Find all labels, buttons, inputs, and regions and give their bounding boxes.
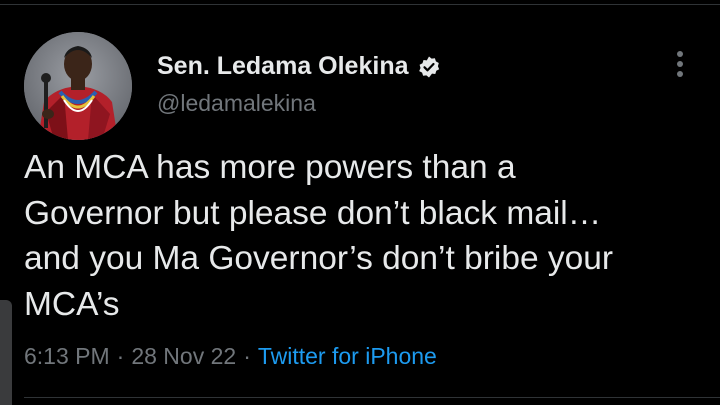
left-edge-overlay bbox=[0, 300, 12, 405]
tweet-line: Governor but please don’t black mail… bbox=[24, 194, 602, 232]
meta-separator: · bbox=[243, 343, 251, 369]
author-handle[interactable]: @ledamalekina bbox=[157, 90, 316, 117]
avatar[interactable] bbox=[24, 32, 132, 140]
more-options-button[interactable] bbox=[668, 48, 692, 80]
tweet-date[interactable]: 28 Nov 22 bbox=[131, 343, 236, 369]
tweet-line: and you Ma Governor’s don’t bribe your bbox=[24, 240, 614, 277]
author-name[interactable]: Sen. Ledama Olekina bbox=[157, 52, 409, 81]
bottom-divider bbox=[24, 397, 720, 398]
author-name-row[interactable]: Sen. Ledama Olekina bbox=[157, 52, 441, 81]
tweet-meta: 6:13 PM · 28 Nov 22 · Twitter for iPhone bbox=[24, 343, 437, 370]
tweet-time[interactable]: 6:13 PM bbox=[24, 343, 110, 369]
verified-badge-icon bbox=[418, 56, 439, 77]
profile-photo-icon bbox=[24, 32, 132, 140]
tweet-line: An MCA has more powers than a bbox=[24, 149, 516, 186]
meta-separator: · bbox=[116, 343, 125, 369]
tweet-text: An MCA has more powers than a Governor b… bbox=[24, 145, 704, 327]
tweet-line: MCA’s bbox=[24, 285, 120, 323]
top-divider bbox=[0, 4, 720, 5]
tweet-source-link[interactable]: Twitter for iPhone bbox=[258, 343, 437, 369]
more-options-icon bbox=[677, 51, 683, 77]
